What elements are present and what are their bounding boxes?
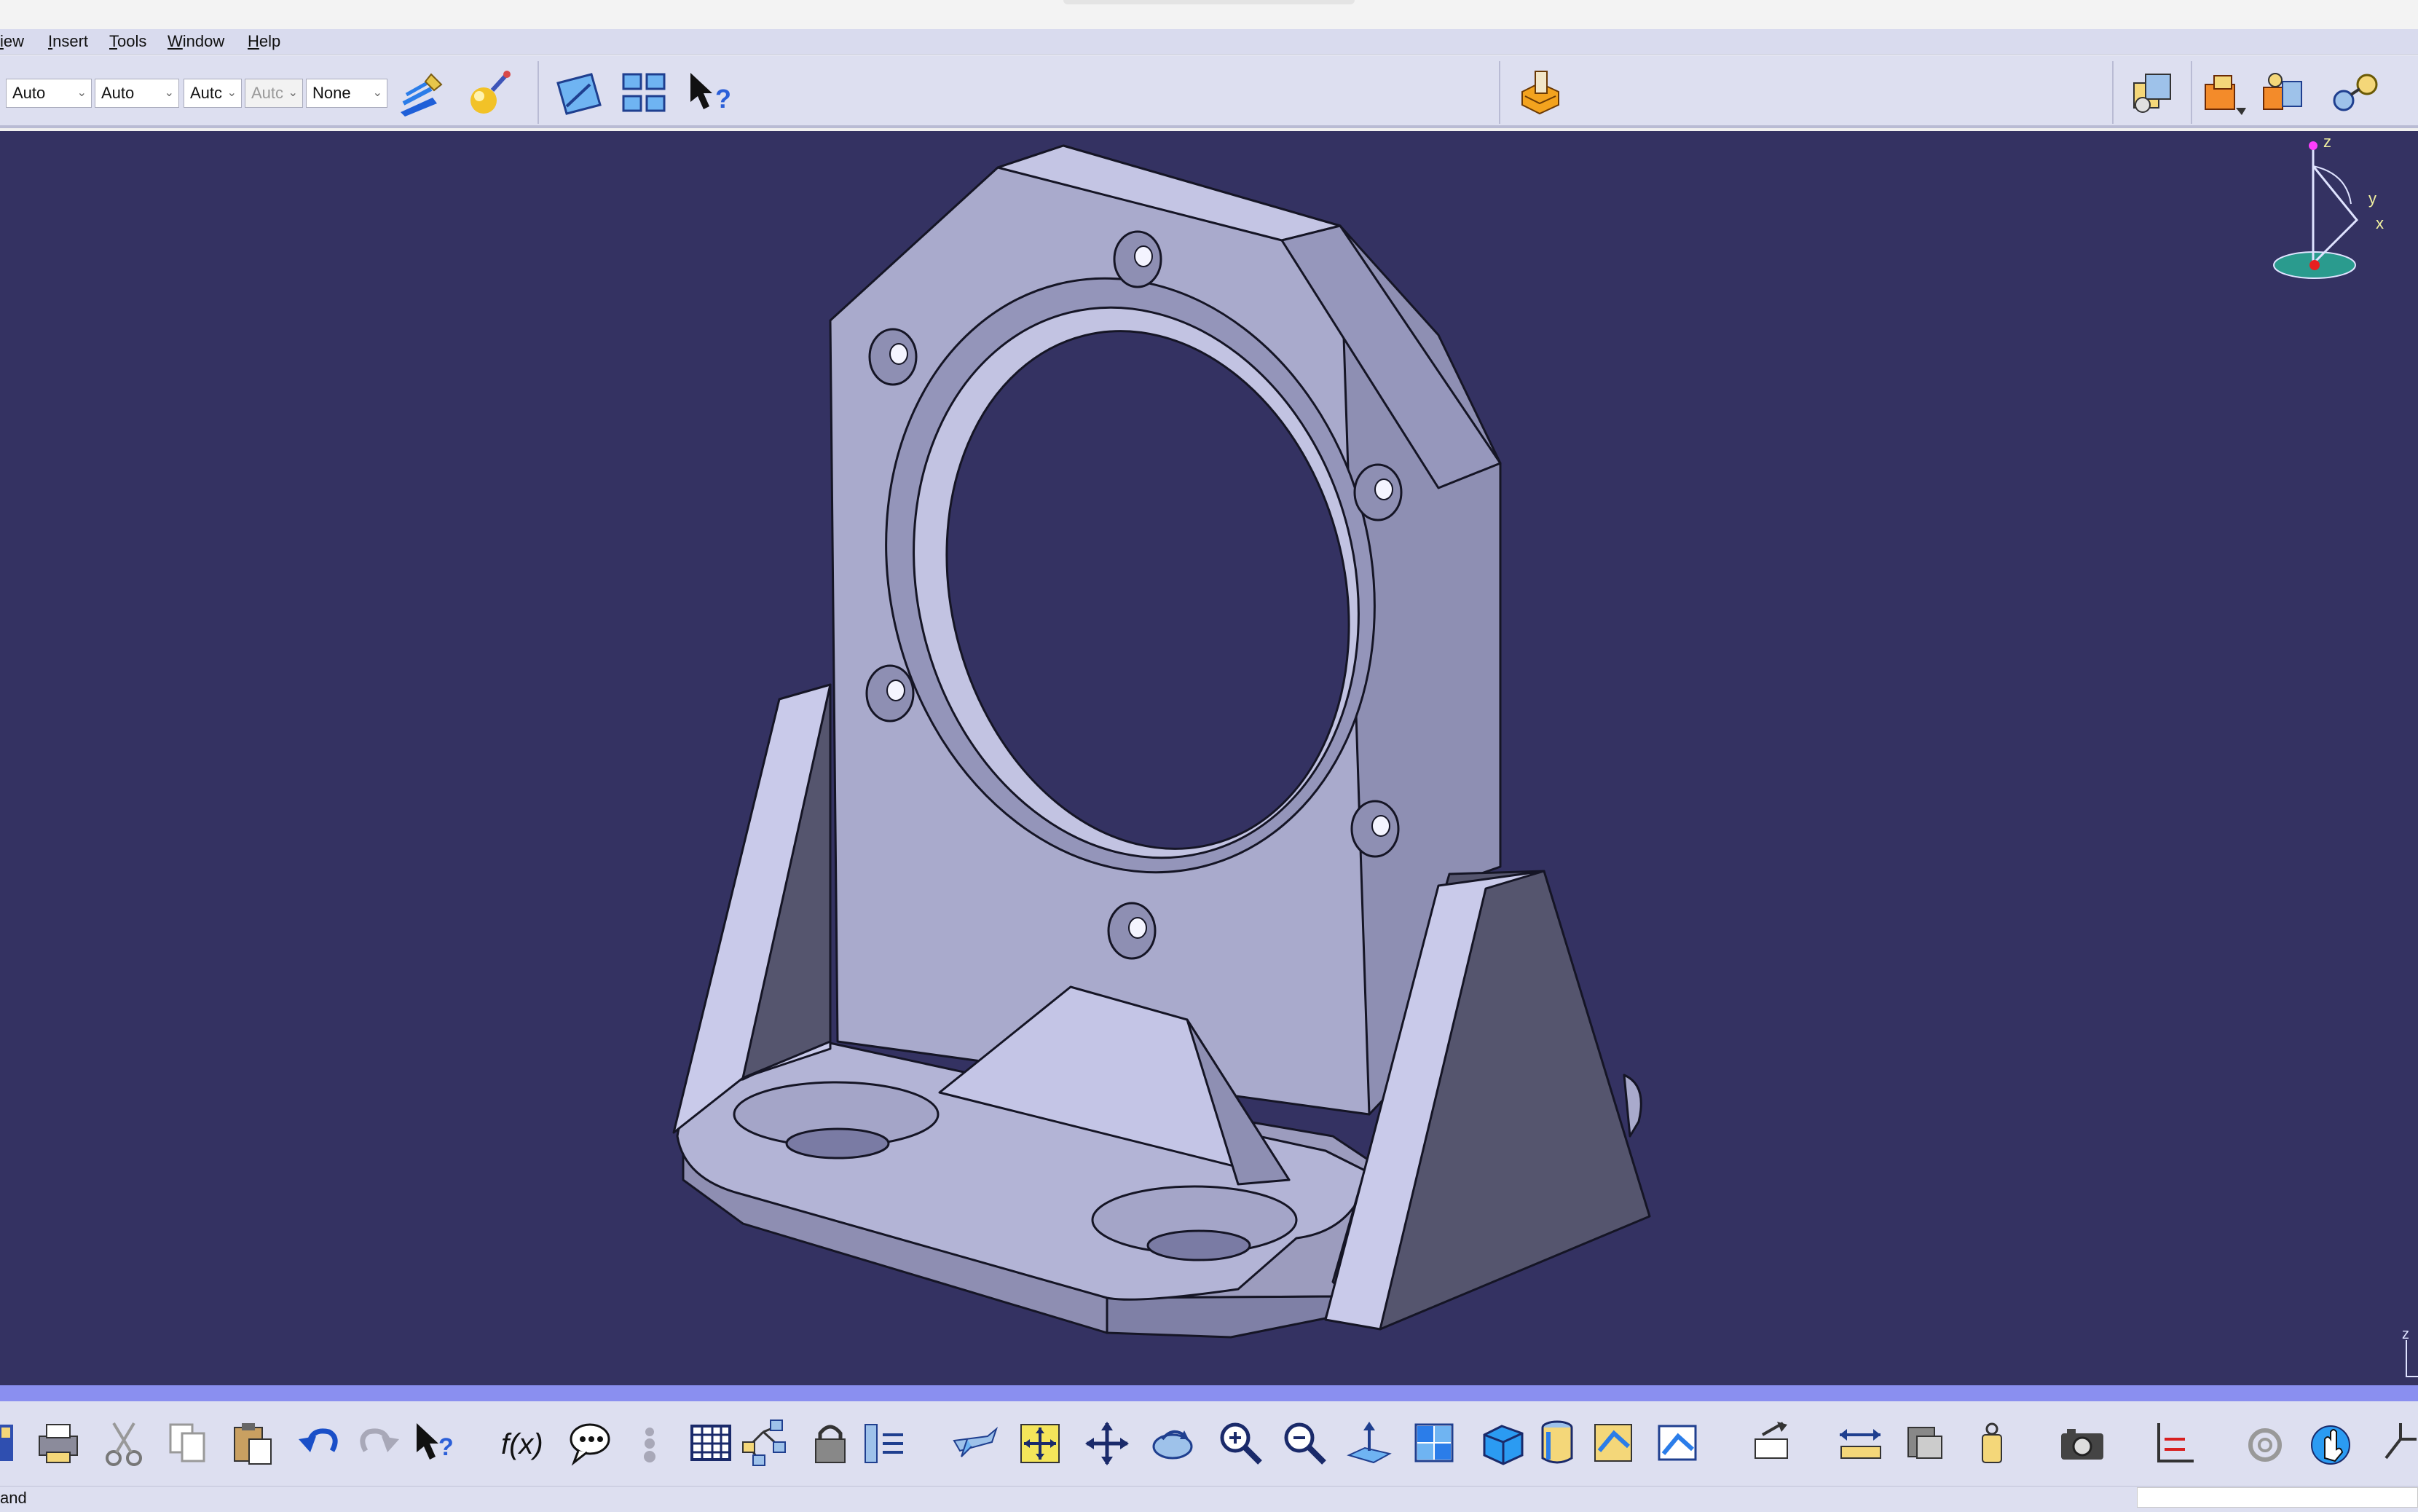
axis-icon[interactable] <box>2371 1417 2418 1470</box>
plane-select-icon[interactable] <box>554 68 604 119</box>
hand-select-icon[interactable] <box>2306 1417 2357 1470</box>
rotate-icon[interactable] <box>1148 1417 1199 1470</box>
copy-icon[interactable] <box>163 1417 214 1470</box>
accent-strip <box>0 1385 2418 1401</box>
normal-view-icon[interactable] <box>1344 1417 1395 1470</box>
workbench-icon[interactable] <box>1515 67 1566 118</box>
fit-all-icon[interactable] <box>1015 1417 1066 1470</box>
insert-part-icon[interactable] <box>2200 67 2250 118</box>
hide-show-icon[interactable] <box>1589 1417 1640 1470</box>
chevron-down-icon: ⌄ <box>372 87 382 99</box>
tree-icon[interactable] <box>741 1417 792 1470</box>
3d-viewport[interactable]: z y x z <box>0 131 2418 1385</box>
formula-icon[interactable]: f(x) <box>498 1417 549 1470</box>
help-pointer-icon[interactable]: ? <box>411 1417 462 1470</box>
title-tab <box>1063 0 1355 4</box>
toolbar-separator <box>2112 61 2114 124</box>
status-message: and <box>0 1489 27 1507</box>
line-thickness-value: Autc <box>190 84 223 102</box>
fill-color-value: Auto <box>12 84 46 102</box>
layer-value: None <box>312 84 351 102</box>
redo-icon[interactable] <box>353 1417 403 1470</box>
material-icon[interactable] <box>463 68 514 119</box>
menu-insert[interactable]: Insert <box>48 32 88 51</box>
axis-triad-icon: z <box>2402 1326 2418 1377</box>
menu-bar <box>0 29 2418 55</box>
capture-icon[interactable] <box>2057 1417 2108 1470</box>
assembly-icon[interactable] <box>2258 67 2309 118</box>
whats-this-icon[interactable]: ? <box>685 68 736 119</box>
measure-between-icon[interactable] <box>1835 1417 1886 1470</box>
compass-y-label: y <box>2368 189 2376 208</box>
toolbar-separator <box>537 61 539 124</box>
knowledge-icon[interactable] <box>565 1417 616 1470</box>
table-icon[interactable] <box>688 1417 739 1470</box>
chevron-down-icon: ⌄ <box>76 87 87 99</box>
transparency-combo[interactable]: Auto ⌄ <box>95 79 179 108</box>
pan-icon[interactable] <box>1082 1417 1133 1470</box>
painter-icon[interactable] <box>396 68 447 119</box>
transparency-value: Auto <box>101 84 135 102</box>
chevron-down-icon: ⌄ <box>164 87 174 99</box>
toolbar-separator <box>2191 61 2192 124</box>
cut-icon[interactable] <box>99 1417 150 1470</box>
axis-system-icon[interactable] <box>2149 1417 2200 1470</box>
command-input[interactable] <box>2137 1487 2418 1508</box>
menu-tools[interactable]: Tools <box>109 32 146 51</box>
swap-space-icon[interactable] <box>1653 1417 1704 1470</box>
macro-icon[interactable] <box>628 1417 679 1470</box>
fill-color-combo[interactable]: Auto ⌄ <box>6 79 92 108</box>
paste-icon[interactable] <box>227 1417 278 1470</box>
fly-mode-icon[interactable] <box>950 1417 1001 1470</box>
title-bar <box>0 0 2418 29</box>
catalog-browser-icon[interactable] <box>2127 67 2178 118</box>
svg-text:?: ? <box>715 84 731 114</box>
compass-x-label: x <box>2376 214 2384 232</box>
selection-icon[interactable] <box>2240 1417 2291 1470</box>
menu-help[interactable]: Help <box>248 32 280 51</box>
menu-window[interactable]: Window <box>168 32 224 51</box>
zoom-in-icon[interactable] <box>1215 1417 1266 1470</box>
constraint-icon[interactable] <box>2331 67 2382 118</box>
chevron-down-icon: ⌄ <box>288 87 298 99</box>
part-model[interactable] <box>0 131 2418 1385</box>
menu-view[interactable]: iew <box>0 32 24 51</box>
measure-inertia-icon[interactable] <box>1901 1417 1952 1470</box>
parameters-icon[interactable] <box>859 1417 910 1470</box>
line-type-value: Autc <box>251 84 284 102</box>
multi-view-layout-icon[interactable] <box>1410 1417 1461 1470</box>
lock-icon[interactable] <box>806 1417 856 1470</box>
line-type-combo[interactable]: Autc ⌄ <box>245 79 303 108</box>
multi-view-icon[interactable] <box>619 68 670 119</box>
line-thickness-combo[interactable]: Autc ⌄ <box>184 79 242 108</box>
toolbar-separator <box>1499 61 1500 124</box>
compass-z-label: z <box>2323 133 2331 151</box>
shading-icon[interactable] <box>1532 1417 1583 1470</box>
axis-z-label: z <box>2402 1326 2409 1342</box>
zoom-out-icon[interactable] <box>1279 1417 1330 1470</box>
measure-item-icon[interactable] <box>1748 1417 1799 1470</box>
print-icon[interactable] <box>32 1417 83 1470</box>
undo-icon[interactable] <box>294 1417 345 1470</box>
compass-icon[interactable]: z y x <box>2258 131 2389 299</box>
svg-text:f(x): f(x) <box>501 1428 543 1460</box>
weight-icon[interactable] <box>1966 1417 2017 1470</box>
status-bar <box>0 1486 2418 1512</box>
chevron-down-icon: ⌄ <box>227 87 237 99</box>
iso-view-icon[interactable] <box>1477 1417 1528 1470</box>
svg-text:?: ? <box>438 1433 454 1461</box>
layer-combo[interactable]: None ⌄ <box>306 79 387 108</box>
